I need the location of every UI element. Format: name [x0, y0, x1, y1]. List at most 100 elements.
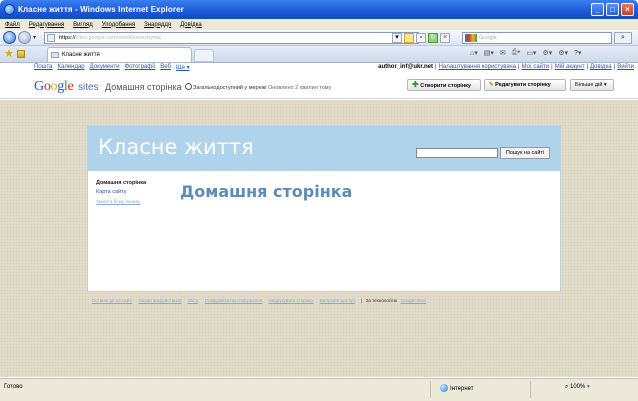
minimize-button[interactable]: _: [591, 3, 604, 16]
sites-logo-text: sites: [78, 82, 99, 93]
globe-icon: [185, 83, 192, 90]
edit-page-button[interactable]: ✎ Редагувати сторінку: [484, 79, 566, 91]
address-toolbar: ‹ › ▾ https://sites.google.com/site/klas…: [0, 30, 638, 46]
site-search-button[interactable]: Пошук на сайті: [500, 147, 550, 159]
window-controls: _ □ ×: [591, 3, 634, 16]
google-search-provider-icon: [465, 34, 477, 42]
browser-viewport: Пошта Календар Документи Фотографії Веб …: [0, 63, 638, 377]
my-account-link[interactable]: Мій акаунт: [555, 64, 585, 70]
lock-icon[interactable]: [404, 33, 414, 43]
site-search-input[interactable]: [416, 148, 498, 158]
gbar-link-more[interactable]: Ще ▾: [176, 64, 190, 71]
google-bar-links: Пошта Календар Документи Фотографії Веб …: [34, 64, 190, 71]
create-page-label: Створити сторінку: [420, 83, 471, 89]
page-title: Домашня сторінка: [180, 182, 353, 201]
print-icon[interactable]: ⎙▾: [512, 49, 521, 57]
gbar-link-photos[interactable]: Фотографії: [125, 64, 156, 71]
internet-zone-icon: [440, 384, 448, 392]
close-window-button[interactable]: ×: [621, 3, 634, 16]
safety-menu-icon[interactable]: ⚙▾: [542, 49, 552, 57]
google-bar: Пошта Календар Документи Фотографії Веб …: [0, 63, 638, 73]
url-host: sites.google.com: [75, 35, 117, 41]
tools-menu-icon[interactable]: ⚙▾: [558, 49, 568, 57]
page-menu-icon[interactable]: ▭▾: [526, 49, 536, 57]
footer-link-reports[interactable]: Звіти: [188, 298, 199, 303]
address-dropdown-icon[interactable]: ▾: [392, 33, 402, 43]
my-sites-link[interactable]: Мої сайти: [522, 64, 550, 70]
menu-file[interactable]: Файл: [5, 22, 20, 28]
help-link[interactable]: Довідка: [590, 64, 612, 70]
ie-logo-icon: [4, 4, 15, 15]
maximize-button[interactable]: □: [606, 3, 619, 16]
powered-by-link[interactable]: Google Sites: [400, 298, 426, 303]
back-arrow-icon[interactable]: ‹: [3, 31, 16, 44]
history-dropdown-icon[interactable]: ▾: [33, 34, 36, 41]
gbar-link-docs[interactable]: Документи: [90, 64, 120, 71]
site-header: Класне життя Пошук на сайті: [88, 126, 560, 171]
url-path: /site/klasnezhyttia/: [116, 35, 162, 41]
menu-help[interactable]: Довідка: [180, 22, 202, 28]
plus-icon: ✚: [412, 80, 419, 89]
footer-link-remove-access[interactable]: Вилучити доступ: [320, 298, 355, 303]
footer-link-print[interactable]: Надрукувати сторінку: [269, 298, 314, 303]
zone-label: Інтернет: [450, 386, 474, 392]
tab-page-icon: [51, 52, 59, 58]
favorites-star-icon[interactable]: ★: [4, 48, 14, 60]
sites-header: Google sites Домашня сторінка Загальнодо…: [0, 75, 638, 99]
help-icon[interactable]: ?▾: [574, 49, 581, 57]
refresh-icon[interactable]: ↻: [428, 33, 438, 43]
menu-view[interactable]: Вигляд: [73, 22, 93, 28]
create-page-button[interactable]: ✚ Створити сторінку: [407, 79, 481, 91]
zoom-control[interactable]: ⌕ 100% ▾: [565, 384, 590, 391]
footer-link-abuse[interactable]: Повідомити про порушення: [205, 298, 263, 303]
address-actions: ▾ ▫ ↻ ×: [392, 33, 450, 43]
site-footer: Останні дії на сайті Умови використання …: [92, 298, 427, 303]
menu-bar: Файл Редагування Вигляд Уподобання Знаря…: [0, 19, 638, 30]
tab-label: Класне життя: [62, 52, 100, 58]
page-favicon-icon: [47, 34, 55, 42]
footer-link-terms[interactable]: Умови використання: [138, 298, 181, 303]
tab-active[interactable]: Класне життя: [47, 47, 192, 62]
user-email: author_inf@ukr.net: [378, 64, 433, 70]
site-title[interactable]: Класне життя: [98, 135, 254, 159]
forward-arrow-icon[interactable]: ›: [18, 31, 31, 44]
shared-label: Загальнодоступний у мережі: [193, 85, 267, 91]
site-sidebar: Домашня сторінка Карта сайту Змінити біч…: [96, 180, 146, 204]
edit-page-label: Редагувати сторінку: [495, 82, 551, 88]
window-title: Класне життя - Windows Internet Explorer: [18, 5, 184, 14]
gbar-link-calendar[interactable]: Календар: [57, 64, 84, 71]
add-favorites-icon[interactable]: [17, 50, 25, 58]
nav-item-home[interactable]: Домашня сторінка: [96, 180, 146, 186]
compatibility-icon[interactable]: ▫: [416, 33, 426, 43]
home-icon[interactable]: ⌂▾: [470, 49, 478, 57]
footer-link-recent[interactable]: Останні дії на сайті: [92, 298, 132, 303]
sign-out-link[interactable]: Вийти: [617, 64, 634, 70]
menu-favorites[interactable]: Уподобання: [102, 22, 135, 28]
gbar-link-web[interactable]: Веб: [160, 64, 171, 71]
search-placeholder: Google: [479, 35, 497, 41]
more-actions-button[interactable]: Більше дій ▾: [570, 79, 614, 91]
stop-icon[interactable]: ×: [440, 33, 450, 43]
new-tab-button[interactable]: [194, 49, 214, 62]
zoom-icon: ⌕: [565, 384, 569, 390]
powered-by-text: За технологією: [365, 298, 398, 303]
search-input[interactable]: Google: [462, 32, 612, 44]
address-input[interactable]: https://sites.google.com/site/klasnezhyt…: [44, 32, 419, 44]
google-logo[interactable]: Google: [34, 79, 74, 95]
site-background: Класне життя Пошук на сайті Домашня стор…: [0, 100, 638, 377]
menu-tools[interactable]: Знаряддя: [144, 22, 171, 28]
tab-bar: ★ Класне життя ⌂▾ ▤▾ ✉ ⎙▾ ▭▾ ⚙▾ ⚙▾ ?▾: [0, 46, 638, 63]
security-zone[interactable]: Інтернет: [440, 384, 474, 392]
edit-sidebar-link[interactable]: Змінити бічну панель: [96, 199, 146, 204]
search-icon[interactable]: ⌕: [614, 32, 632, 44]
mail-icon[interactable]: ✉: [500, 49, 506, 57]
gbar-link-mail[interactable]: Пошта: [34, 64, 52, 71]
status-text: Готово: [4, 384, 23, 390]
nav-item-sitemap[interactable]: Карта сайту: [96, 189, 146, 195]
settings-link[interactable]: Налаштування користувача: [439, 64, 516, 70]
header-page-name: Домашня сторінка: [105, 82, 182, 92]
url-prefix: https://: [59, 35, 76, 41]
menu-edit[interactable]: Редагування: [29, 22, 64, 28]
feeds-icon[interactable]: ▤▾: [484, 49, 494, 57]
sharing-status: Загальнодоступний у мережі Оновлено 2 хв…: [185, 83, 331, 91]
